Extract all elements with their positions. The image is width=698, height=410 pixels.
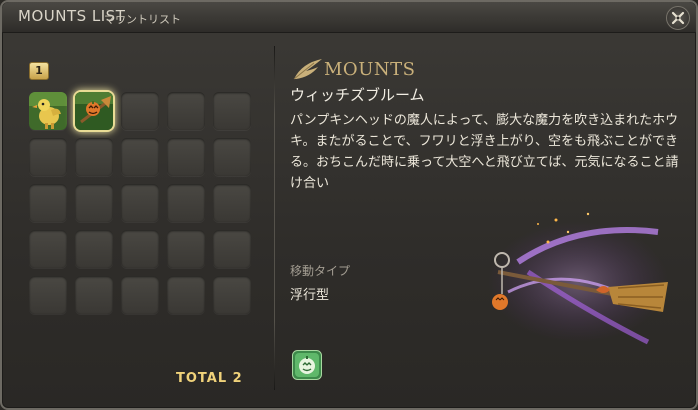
mount-slot-chocobo[interactable] — [29, 92, 67, 130]
title-bar[interactable]: MOUNTS LIST マウントリスト — [2, 2, 696, 33]
mount-slot-empty[interactable] — [167, 276, 205, 314]
category-title: MOUNTS — [324, 59, 416, 80]
panel-divider — [274, 46, 275, 390]
witch-broom-mount-icon — [75, 92, 113, 130]
mount-slot-empty[interactable] — [75, 184, 113, 222]
mount-slot-empty[interactable] — [121, 184, 159, 222]
mount-slot-empty[interactable] — [167, 230, 205, 268]
mount-slot-empty[interactable] — [167, 184, 205, 222]
mount-slot-empty[interactable] — [121, 92, 159, 130]
total-count: 2 — [232, 371, 243, 386]
mount-slot-empty[interactable] — [213, 230, 251, 268]
window-subtitle: マウントリスト — [104, 13, 181, 26]
mount-slot-empty[interactable] — [213, 184, 251, 222]
chocobo-mount-icon — [29, 92, 67, 130]
mount-grid — [29, 92, 251, 314]
mount-slot-empty[interactable] — [213, 92, 251, 130]
mount-slot-empty[interactable] — [29, 138, 67, 176]
mount-slot-empty[interactable] — [213, 276, 251, 314]
mounts-list-window: MOUNTS LIST マウントリスト 1 TOTAL 2 MOUNTS ウィッ… — [0, 0, 698, 410]
mount-slot-empty[interactable] — [167, 92, 205, 130]
mount-slot-empty[interactable] — [75, 276, 113, 314]
mount-slot-empty[interactable] — [121, 276, 159, 314]
mount-slot-empty[interactable] — [121, 138, 159, 176]
feather-icon — [293, 59, 322, 80]
mount-slot-empty[interactable] — [167, 138, 205, 176]
summon-mount-icon[interactable] — [292, 350, 322, 380]
mount-slot-empty[interactable] — [29, 184, 67, 222]
mount-slot-witch-broom[interactable] — [75, 92, 113, 130]
mount-slot-empty[interactable] — [213, 138, 251, 176]
mount-slot-empty[interactable] — [29, 276, 67, 314]
mount-name: ウィッチズブルーム — [290, 86, 425, 104]
total-label: TOTAL — [176, 371, 228, 386]
page-number-badge[interactable]: 1 — [29, 62, 49, 80]
mount-slot-empty[interactable] — [121, 230, 159, 268]
mount-description: パンプキンヘッドの魔人によって、膨大な魔力を吹き込まれたホウキ。またがることで、… — [290, 113, 679, 191]
total-count-label: TOTAL 2 — [176, 371, 243, 386]
close-icon[interactable] — [666, 6, 690, 30]
mount-slot-empty[interactable] — [29, 230, 67, 268]
movement-type-value: 浮行型 — [290, 288, 330, 303]
witch-broom-mount-art — [488, 212, 668, 345]
movement-type-label: 移動タイプ — [290, 264, 351, 278]
mount-slot-empty[interactable] — [75, 138, 113, 176]
mount-slot-empty[interactable] — [75, 230, 113, 268]
